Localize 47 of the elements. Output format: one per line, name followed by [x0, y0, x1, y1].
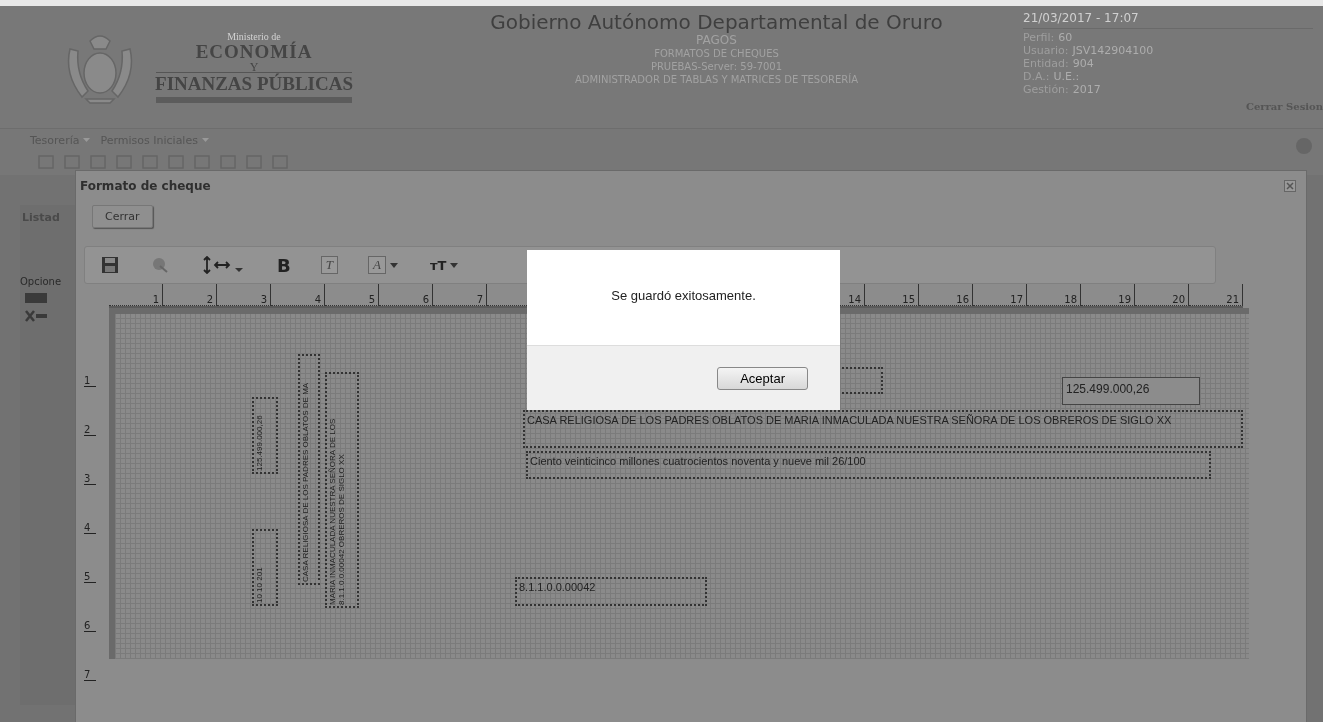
ruler-number: 3: [260, 294, 268, 305]
ruler-number: 20: [1172, 294, 1186, 305]
row-number: 4: [84, 522, 97, 534]
ruler-number: 4: [314, 294, 322, 305]
bold-button[interactable]: B: [275, 254, 293, 276]
text-field[interactable]: 125.499.000,26: [252, 397, 278, 474]
ruler-number: 14: [848, 294, 862, 305]
ruler-number: 6: [422, 294, 430, 305]
ruler-number: 16: [956, 294, 970, 305]
ruler-number: 1: [152, 294, 160, 305]
row-number: 2: [84, 424, 97, 436]
logo-caption: Ministerio de: [227, 31, 281, 42]
close-icon[interactable]: [1284, 180, 1296, 192]
dialog-title: Formato de cheque: [80, 179, 211, 193]
text-field[interactable]: CASA RELIGIOSA DE LOS PADRES OBLATOS DE MA: [298, 354, 320, 585]
row-number: 6: [84, 620, 97, 632]
ruler-number: 18: [1064, 294, 1078, 305]
ruler-number: 19: [1118, 294, 1132, 305]
alert-message: Se guardó exitosamente.: [611, 288, 756, 303]
panel-label: Opcione: [20, 276, 63, 287]
ruler-number: 21: [1226, 294, 1240, 305]
date-time: 21/03/2017 - 17:07: [1023, 12, 1313, 29]
text-field[interactable]: 8.1.1.0.0.00042: [515, 577, 707, 606]
caret-icon: [201, 138, 209, 142]
caret-icon: [83, 138, 91, 142]
italic-button[interactable]: T: [320, 256, 338, 274]
delete-icon[interactable]: [24, 309, 48, 323]
row-number: 1: [84, 375, 97, 387]
ruler-number: 17: [1010, 294, 1024, 305]
ruler-number: 15: [902, 294, 916, 305]
row-number: 7: [84, 669, 97, 681]
ruler-number: 7: [476, 294, 484, 305]
row-number: 5: [84, 571, 97, 583]
ruler-number: 5: [368, 294, 376, 305]
text-field[interactable]: 10 10 201: [252, 529, 278, 606]
caret-icon: [450, 262, 459, 268]
save-icon[interactable]: [99, 256, 121, 274]
ruler-number: 2: [206, 294, 214, 305]
text-field[interactable]: 125.499.000,26: [1062, 377, 1200, 405]
caret-icon: [389, 262, 398, 268]
page-title: Gobierno Autónomo Departamental de Oruro: [490, 10, 943, 34]
font-size-button[interactable]: тT: [427, 257, 461, 273]
close-button[interactable]: Cerrar: [92, 205, 153, 228]
row-number: 3: [84, 473, 97, 485]
text-field[interactable]: Ciento veinticinco millones cuatrocientos noventa y nueve mil 26/100: [526, 451, 1211, 479]
text-field[interactable]: MARIA INMACULADA NUESTRA SEÑORA DE LOS 8.1.1.0.0.00042 OBREROS DE SIGLO XX: [325, 372, 359, 608]
accept-button[interactable]: Aceptar: [717, 366, 808, 390]
